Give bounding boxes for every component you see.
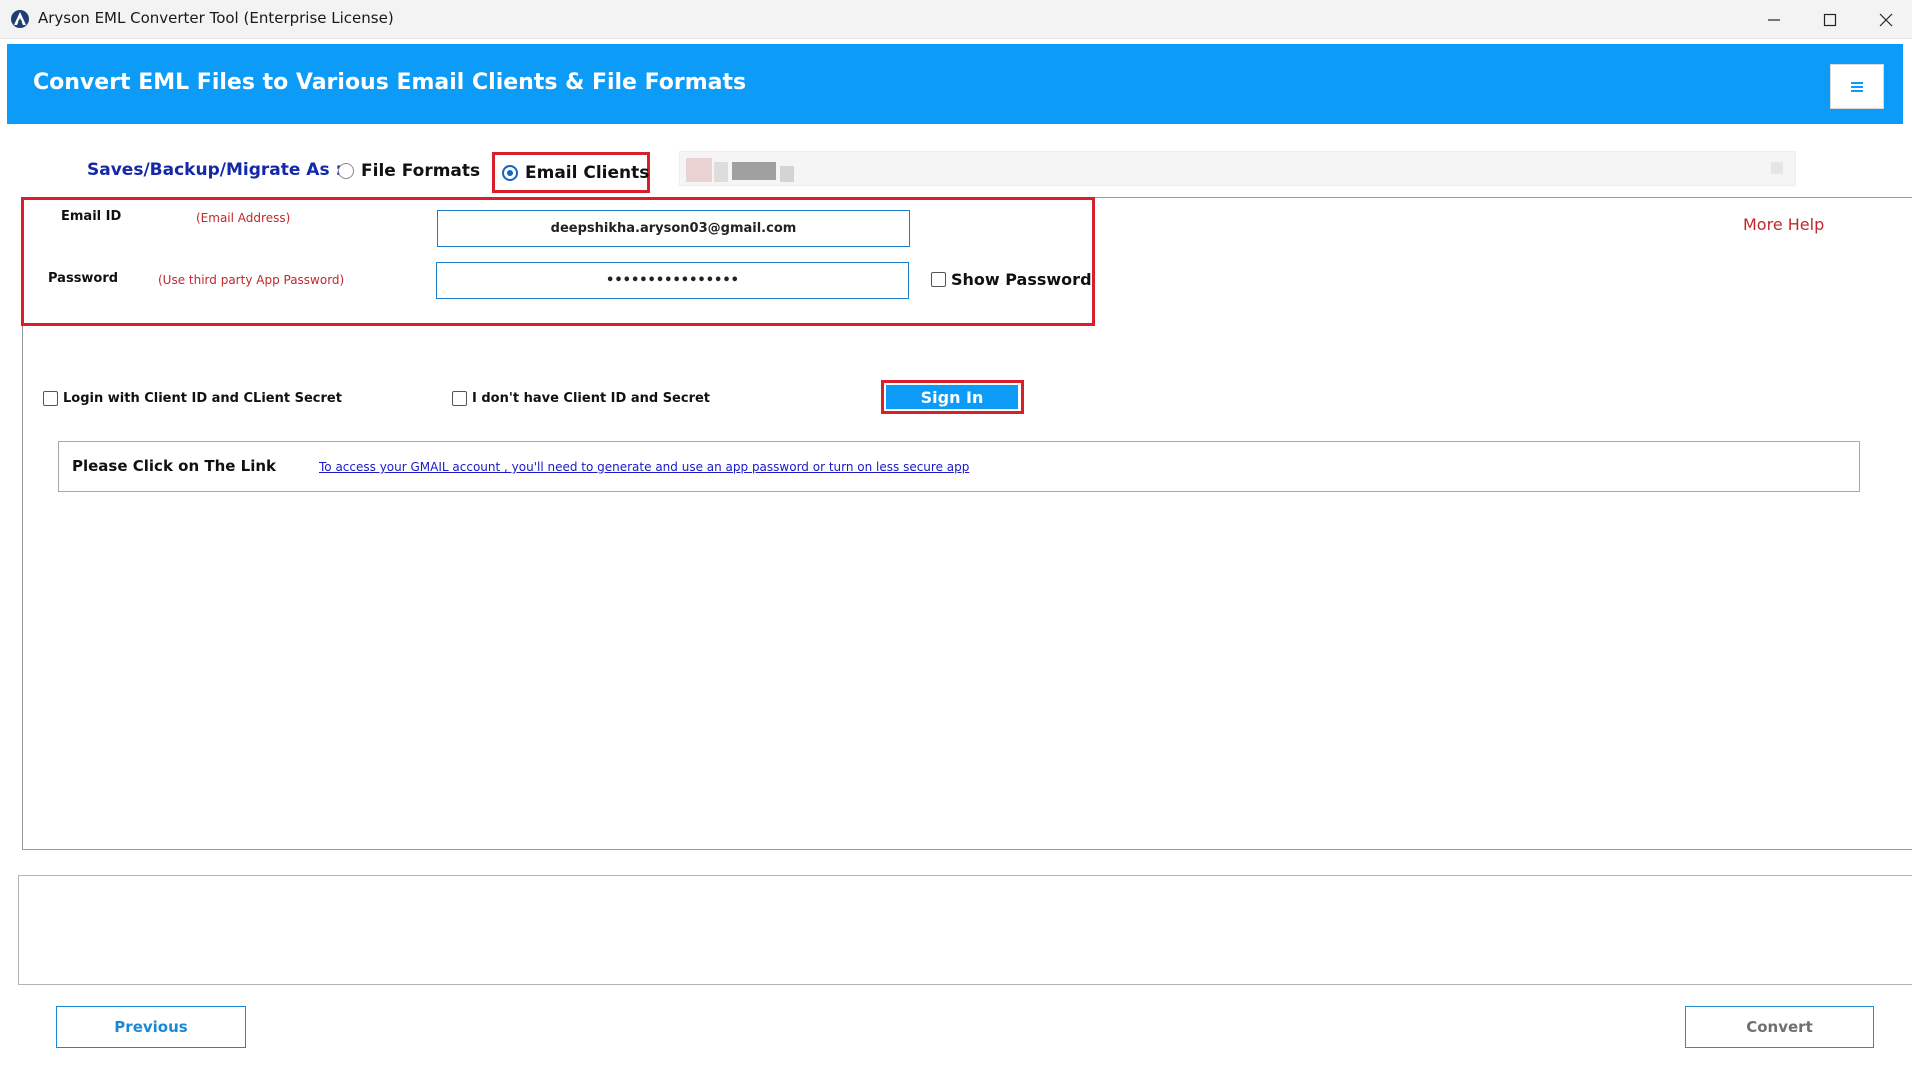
redacted-block <box>686 158 712 182</box>
convert-button[interactable]: Convert <box>1685 1006 1874 1048</box>
no-client-id-label: I don't have Client ID and Secret <box>472 391 711 406</box>
email-clients-label: Email Clients <box>525 163 650 183</box>
redacted-block <box>714 162 728 182</box>
app-logo-icon <box>11 10 29 28</box>
radio-unselected-icon <box>338 163 354 179</box>
file-formats-radio[interactable]: File Formats <box>338 161 480 181</box>
save-as-label: Saves/Backup/Migrate As : <box>87 160 343 180</box>
header-banner: Convert EML Files to Various Email Clien… <box>7 44 1903 124</box>
email-id-label: Email ID <box>61 209 122 224</box>
close-icon <box>1879 13 1893 26</box>
checkbox-icon <box>43 391 58 406</box>
redacted-block <box>780 166 794 182</box>
hamburger-menu-icon <box>1851 81 1863 92</box>
menu-button[interactable] <box>1830 64 1884 109</box>
more-help-link[interactable]: More Help <box>1743 215 1824 234</box>
log-panel <box>18 875 1912 985</box>
show-password-checkbox[interactable]: Show Password <box>931 270 1092 289</box>
sign-in-button[interactable]: Sign In <box>886 385 1018 409</box>
email-field[interactable]: deepshikha.aryson03@gmail.com <box>437 210 910 247</box>
email-clients-radio[interactable]: Email Clients <box>502 163 649 183</box>
link-panel: Please Click on The Link To access your … <box>58 441 1860 492</box>
email-client-selector-redacted[interactable] <box>679 151 1796 186</box>
app-password-link[interactable]: To access your GMAIL account , you'll ne… <box>319 460 969 474</box>
file-formats-label: File Formats <box>361 161 481 181</box>
checkbox-icon <box>931 272 946 287</box>
window-titlebar: Aryson EML Converter Tool (Enterprise Li… <box>0 0 1912 39</box>
close-button[interactable] <box>1857 0 1912 39</box>
password-hint: (Use third party App Password) <box>158 273 345 287</box>
redacted-block <box>732 162 776 180</box>
window-title: Aryson EML Converter Tool (Enterprise Li… <box>38 9 394 27</box>
email-hint: (Email Address) <box>196 211 291 225</box>
previous-button[interactable]: Previous <box>56 1006 246 1048</box>
password-label: Password <box>48 271 119 286</box>
maximize-button[interactable] <box>1801 0 1859 39</box>
checkbox-icon <box>452 391 467 406</box>
no-client-id-checkbox[interactable]: I don't have Client ID and Secret <box>452 391 710 406</box>
radio-selected-icon <box>502 165 518 181</box>
login-client-id-checkbox[interactable]: Login with Client ID and CLient Secret <box>43 391 342 406</box>
minimize-icon <box>1768 18 1780 21</box>
redacted-block <box>1771 162 1783 174</box>
login-client-id-label: Login with Client ID and CLient Secret <box>63 391 342 406</box>
maximize-icon <box>1823 13 1837 26</box>
page-title: Convert EML Files to Various Email Clien… <box>33 70 747 95</box>
password-field[interactable]: •••••••••••••••• <box>436 262 909 299</box>
link-panel-label: Please Click on The Link <box>72 457 277 475</box>
show-password-label: Show Password <box>951 270 1092 289</box>
minimize-button[interactable] <box>1745 0 1803 39</box>
